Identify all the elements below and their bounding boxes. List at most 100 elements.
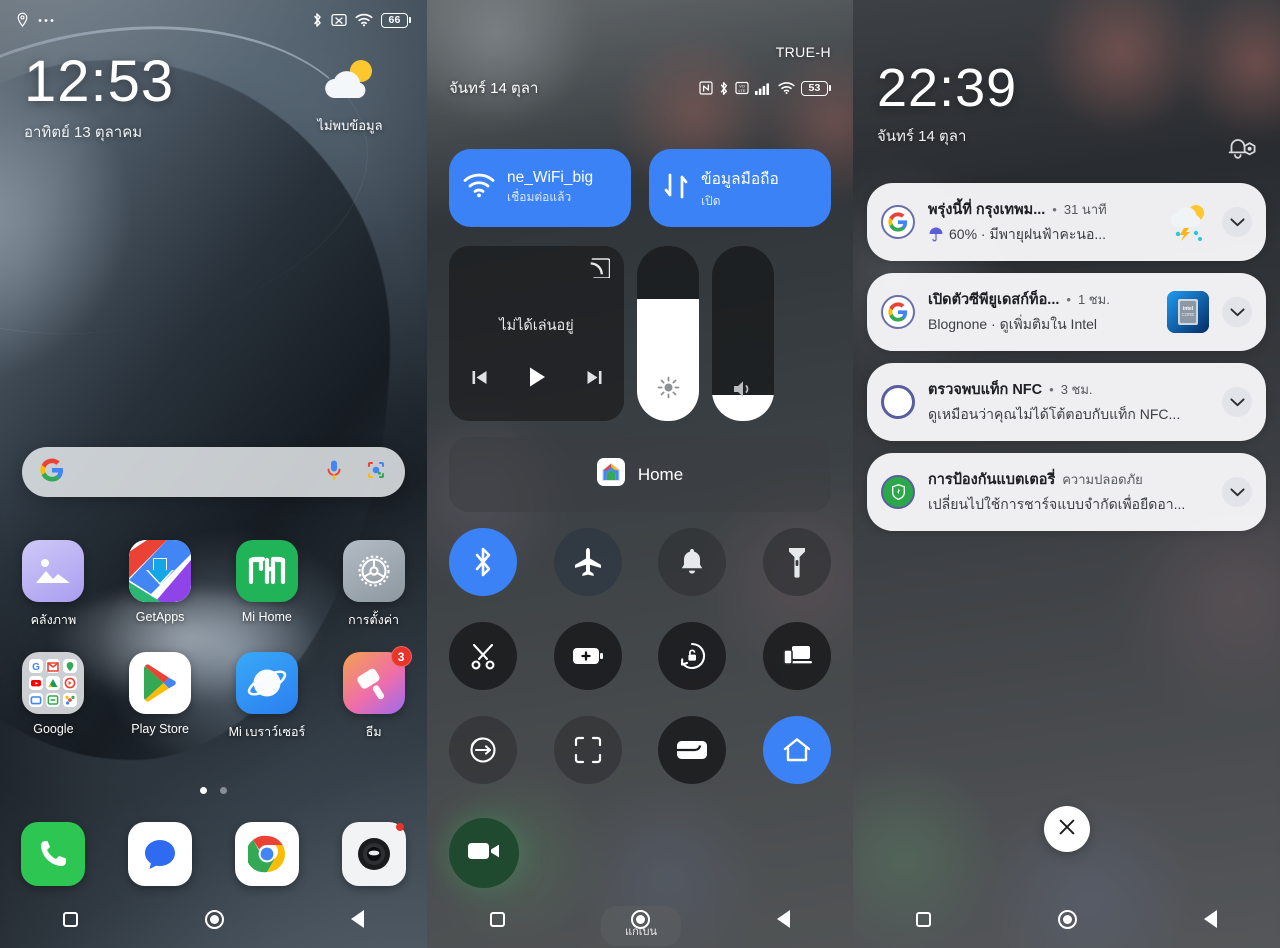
mobile-data-tile[interactable]: ข้อมูลมือถือ เปิด	[649, 149, 831, 227]
back-triangle-icon[interactable]	[1203, 910, 1217, 928]
recents-square-icon[interactable]	[490, 911, 506, 927]
wallet-toggle[interactable]	[658, 716, 727, 784]
data-status: เปิด	[701, 193, 721, 208]
camera-app[interactable]	[341, 822, 406, 886]
bluetooth-icon	[719, 81, 729, 96]
google-folder-icon: G	[22, 652, 85, 714]
app-gallery[interactable]: คลังภาพ	[6, 540, 100, 630]
toggle-row-3	[449, 716, 831, 784]
close-shade-button[interactable]	[1043, 806, 1090, 852]
data-title: ข้อมูลมือถือ	[701, 170, 779, 188]
notification-body: เปลี่ยนไปใช้การชาร์จแบบจำกัดเพื่อยืดอา..…	[928, 496, 1186, 512]
chevron-down-icon[interactable]	[1222, 297, 1252, 327]
notification-news[interactable]: เปิดตัวซีพียูเดสก์ท็อ... • 1 ชม. Blognon…	[867, 273, 1266, 351]
ringer-toggle[interactable]	[658, 528, 727, 596]
notification-weather[interactable]: พรุ่งนี้ที่ กรุงเทพม... • 31 นาที 60% · …	[867, 183, 1266, 261]
cast-icon[interactable]	[588, 258, 611, 283]
recents-square-icon[interactable]	[63, 911, 79, 927]
notification-content: พรุ่งนี้ที่ กรุงเทพม... • 31 นาที 60% · …	[928, 198, 1154, 246]
signal-bars-icon	[755, 81, 772, 95]
toggle-row-1	[449, 528, 831, 596]
media-player-card[interactable]: ไม่ได้เล่นอยู่	[449, 246, 624, 421]
app-getapps[interactable]: GetApps	[113, 540, 207, 630]
home-button-with-tooltip[interactable]: แกเบน	[600, 905, 681, 946]
notification-title: เปิดตัวซีพียูเดสก์ท็อ...	[928, 292, 1060, 308]
notification-title: ตรวจพบแท็ก NFC	[928, 382, 1043, 398]
google-g-icon	[40, 458, 64, 487]
battery-tip	[409, 17, 411, 23]
skip-next-icon[interactable]	[585, 368, 604, 392]
messages-app[interactable]	[128, 822, 193, 886]
app-mi-home[interactable]: Mi Home	[220, 540, 314, 630]
brightness-sun-icon	[637, 376, 699, 399]
more-dots-icon	[38, 18, 54, 23]
app-grid: คลังภาพ GetApps Mi Home การตั้งค่า G Goo…	[0, 540, 427, 764]
wifi-tile[interactable]: ne_WiFi_big เชื่อมต่อแล้ว	[449, 149, 631, 227]
rotation-lock-toggle[interactable]	[658, 622, 727, 690]
app-mi-browser[interactable]: Mi เบราว์เซอร์	[220, 652, 314, 742]
airplane-mode-toggle[interactable]	[553, 528, 622, 596]
page-dot-active[interactable]	[200, 787, 207, 794]
notification-time: 1 ชม.	[1077, 292, 1110, 307]
app-row-2: G Google Play Store Mi เบราว์เซอร์ 3 ธีม	[0, 646, 427, 742]
weather-widget[interactable]: ไม่พบข้อมูล	[295, 56, 405, 136]
chevron-down-icon[interactable]	[1222, 477, 1252, 507]
notification-nfc[interactable]: ตรวจพบแท็ก NFC • 3 ชม. ดูเหมือนว่าคุณไม่…	[867, 363, 1266, 441]
svg-text:CORE: CORE	[1182, 312, 1195, 317]
back-triangle-icon[interactable]	[776, 910, 790, 928]
umbrella-rain-icon	[928, 226, 944, 245]
bell-gear-icon[interactable]	[1224, 133, 1258, 168]
wifi-icon	[355, 13, 373, 27]
separator-dot: •	[1052, 202, 1057, 217]
separator-dot: •	[1049, 382, 1054, 397]
play-icon[interactable]	[527, 366, 547, 393]
screen-recorder-button[interactable]	[449, 818, 519, 888]
home-circle-icon[interactable]	[631, 909, 651, 929]
shade-clock: 22:39 จันทร์ 14 ตุลา	[877, 58, 1017, 148]
smart-home-toggle[interactable]	[762, 716, 831, 784]
bluetooth-toggle[interactable]	[449, 528, 517, 596]
scan-toggle[interactable]	[553, 716, 622, 784]
brightness-slider[interactable]	[637, 246, 699, 421]
chevron-down-icon[interactable]	[1222, 207, 1252, 237]
phone-app[interactable]	[21, 822, 86, 886]
navigation-bar	[0, 890, 427, 948]
app-settings[interactable]: การตั้งค่า	[327, 540, 421, 630]
location-pin-icon	[16, 12, 29, 28]
cast-screen-toggle[interactable]	[762, 622, 831, 690]
volume-slider[interactable]	[712, 246, 774, 421]
notification-title: พรุ่งนี้ที่ กรุงเทพม...	[928, 202, 1046, 218]
mobile-data-arrows-icon	[663, 172, 689, 205]
recents-square-icon[interactable]	[916, 911, 932, 927]
notification-body: ดูเหมือนว่าคุณไม่ได้โต้ตอบกับแท็ก NFC...	[928, 406, 1181, 422]
sync-toggle[interactable]	[449, 716, 517, 784]
nfc-icon	[699, 81, 713, 95]
notification-content: การป้องกันแบตเตอรี่ ความปลอดภัย เปลี่ยนไ…	[928, 468, 1209, 516]
home-controls-card[interactable]: Home	[449, 437, 831, 512]
google-search-bar[interactable]	[22, 447, 405, 497]
toggle-row-2	[449, 622, 831, 690]
google-lens-icon[interactable]	[365, 459, 387, 486]
cc-date: จันทร์ 14 ตุลา	[449, 80, 539, 97]
media-and-sliders: ไม่ได้เล่นอยู่	[427, 246, 853, 421]
app-themes[interactable]: 3 ธีม	[327, 646, 421, 742]
app-label: Mi เบราว์เซอร์	[228, 725, 306, 739]
settings-gear-icon	[342, 540, 405, 602]
page-dot[interactable]	[220, 787, 227, 794]
chevron-down-icon[interactable]	[1222, 387, 1252, 417]
app-google-folder[interactable]: G Google	[6, 652, 100, 742]
app-label: คลังภาพ	[30, 613, 77, 627]
back-triangle-icon[interactable]	[350, 910, 364, 928]
flashlight-toggle[interactable]	[762, 528, 831, 596]
home-circle-icon[interactable]	[204, 909, 224, 929]
gallery-icon	[22, 540, 85, 602]
screenshot-toggle[interactable]	[449, 622, 517, 690]
skip-previous-icon[interactable]	[470, 368, 489, 392]
notification-battery-protection[interactable]: การป้องกันแบตเตอรี่ ความปลอดภัย เปลี่ยนไ…	[867, 453, 1266, 531]
home-circle-icon[interactable]	[1057, 909, 1077, 929]
shade-date: จันทร์ 14 ตุลา	[877, 128, 967, 145]
app-play-store[interactable]: Play Store	[113, 652, 207, 742]
battery-saver-toggle[interactable]	[553, 622, 622, 690]
chrome-app[interactable]	[234, 822, 299, 886]
microphone-icon[interactable]	[325, 459, 343, 486]
